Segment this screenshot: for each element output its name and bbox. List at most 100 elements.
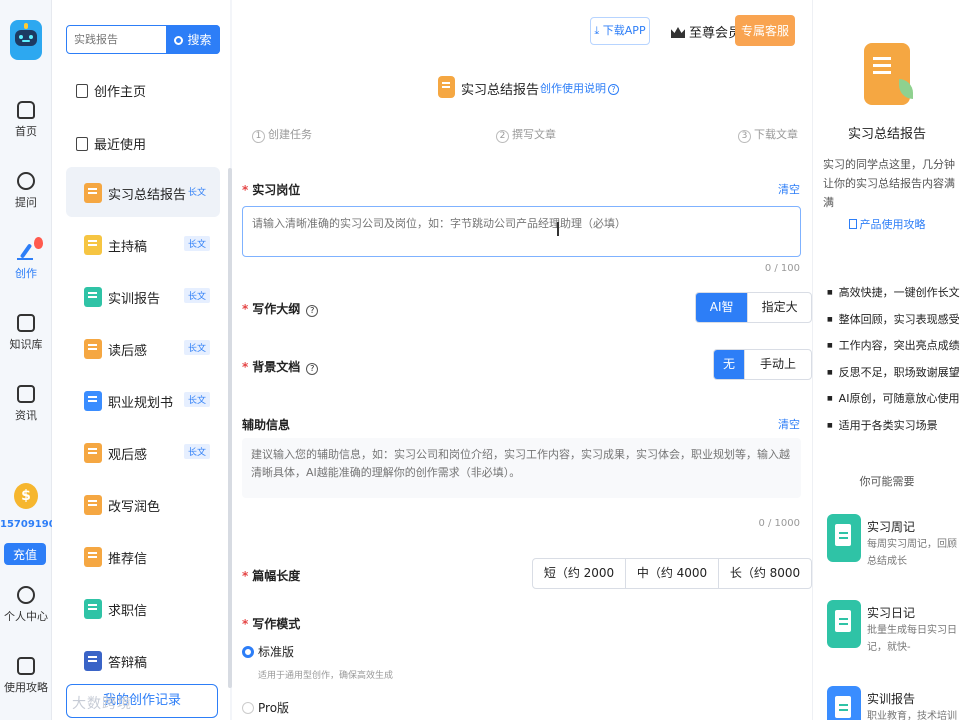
long-text-badge: 长文 <box>183 288 210 303</box>
nav-item-book-review[interactable]: 读后感 长文 <box>66 323 220 373</box>
letter-icon <box>84 547 102 567</box>
length-medium-option[interactable]: 中（约 4000字） <box>625 559 718 588</box>
aux-clear-link[interactable]: 清空 <box>778 416 800 432</box>
app-logo-icon[interactable] <box>10 20 42 60</box>
outline-ai-option[interactable]: AI智能 <box>696 293 748 322</box>
daily-journal-icon <box>827 600 861 648</box>
outline-custom-option[interactable]: 指定大纲 <box>747 293 811 322</box>
search-icon <box>174 36 184 45</box>
feature-item: 工作内容，突出亮点成绩 <box>827 337 960 364</box>
nav-item-viewing-review[interactable]: 观后感 长文 <box>66 427 220 477</box>
icon-rail: 首页 提问 创作 知识库 资讯 $ 15709190 充值 个人中心 使用攻略 <box>0 0 56 720</box>
chat-icon <box>17 172 35 190</box>
document-icon <box>17 385 35 403</box>
help-icon[interactable]: ? <box>306 363 319 375</box>
crown-icon <box>671 27 685 38</box>
product-description: 实习的同学点这里，几分钟让你的实习总结报告内容满满 <box>823 158 955 209</box>
long-text-badge: 长文 <box>183 392 210 407</box>
rail-item-create[interactable]: 创作 <box>0 237 52 281</box>
background-doc-label: * 背景文档? <box>242 358 319 375</box>
report-writing-icon <box>864 43 913 105</box>
nav-item-rewrite-polish[interactable]: 改写润色 <box>66 479 220 529</box>
rail-item-guide[interactable]: 使用攻略 <box>0 657 52 695</box>
feature-item: AI原创，可随意放心使用 <box>827 390 960 417</box>
nav-item-defense-script[interactable]: 答辩稿 <box>66 635 220 685</box>
post-clear-link[interactable]: 清空 <box>778 181 800 197</box>
download-app-button[interactable]: ⤓ 下载APP <box>590 17 650 45</box>
search-box: 搜索 <box>66 25 220 54</box>
nav-create-home[interactable]: 创作主页 <box>76 81 146 100</box>
outline-toggle: AI智能 指定大纲 <box>695 292 812 323</box>
product-title: 实习总结报告 <box>847 127 926 142</box>
background-doc-none-option[interactable]: 无 <box>714 350 745 379</box>
search-button[interactable]: 搜索 <box>166 25 220 54</box>
aux-info-input[interactable] <box>242 438 801 498</box>
mode-label: * 写作模式 <box>242 617 301 631</box>
usage-guide-link[interactable]: 创作使用说明? <box>540 80 619 96</box>
length-long-option[interactable]: 长（约 8000字） <box>718 559 811 588</box>
aux-info-label: 辅助信息 <box>242 418 291 432</box>
rail-item-profile[interactable]: 个人中心 <box>0 586 52 624</box>
book-icon <box>84 339 102 359</box>
edit-icon <box>76 84 88 98</box>
main-form-panel: ⤓ 下载APP 至尊会员 专属客服 实习总结报告 创作使用说明? 1 创建任务 2… <box>232 0 812 720</box>
search-input[interactable] <box>67 26 169 53</box>
nav-item-host-script[interactable]: 主持稿 长文 <box>66 219 220 269</box>
movie-review-icon <box>84 443 102 463</box>
rail-item-knowledge-base[interactable]: 知识库 <box>0 314 52 352</box>
text-cursor <box>557 222 559 236</box>
rail-item-ask[interactable]: 提问 <box>0 172 52 210</box>
coin-balance: 15709190 <box>0 519 56 530</box>
rail-item-home[interactable]: 首页 <box>0 101 52 139</box>
recommend-item-training-report[interactable]: 实训报告 职业教育，技术培训 <box>827 686 957 720</box>
recharge-button[interactable]: 充值 <box>4 543 46 565</box>
microphone-icon <box>84 235 102 255</box>
background-doc-toggle: 无 手动上传 <box>713 349 812 380</box>
document-icon <box>848 219 857 229</box>
report-icon <box>84 183 102 203</box>
long-text-badge: 长文 <box>183 444 210 459</box>
step-download-article: 3 下载文章 <box>738 126 798 143</box>
training-report-icon <box>84 287 102 307</box>
user-icon <box>17 586 35 604</box>
training-report-icon <box>827 686 861 720</box>
recommend-item-daily-journal[interactable]: 实习日记 批量生成每日实习日记，就快- <box>827 600 957 670</box>
radio-unselected-icon <box>242 702 254 714</box>
recent-list-icon <box>76 137 88 151</box>
pen-icon <box>17 243 35 261</box>
coin-icon: $ <box>14 483 38 509</box>
feature-item: 反思不足，职场致谢展望 <box>827 364 960 391</box>
report-icon <box>438 76 455 98</box>
nav-item-job-application-letter[interactable]: 求职信 <box>66 583 220 633</box>
guide-book-icon <box>17 657 35 675</box>
length-options: 短（约 2000字） 中（约 4000字） 长（约 8000字） <box>532 558 812 589</box>
internship-post-input[interactable] <box>242 206 801 257</box>
nav-item-internship-summary[interactable]: 实习总结报告 长文 <box>66 167 220 217</box>
product-guide-link[interactable]: 产品使用攻略 <box>813 216 960 232</box>
defense-script-icon <box>84 651 102 671</box>
length-short-option[interactable]: 短（约 2000字） <box>533 559 625 588</box>
long-text-badge: 长文 <box>187 188 206 198</box>
page-title-row: 实习总结报告 创作使用说明? <box>232 75 812 101</box>
rail-item-news[interactable]: 资讯 <box>0 385 52 423</box>
mode-pro-radio[interactable]: Pro版 <box>242 699 289 716</box>
feature-list: 高效快捷，一键创作长文 整体回顾，实习表现感受 工作内容，突出亮点成绩 反思不足… <box>827 284 960 443</box>
vip-status[interactable]: 至尊会员 <box>671 22 741 41</box>
knowledge-base-icon <box>17 314 35 332</box>
mode-standard-radio[interactable]: 标准版 <box>242 643 294 660</box>
nav-item-training-report[interactable]: 实训报告 长文 <box>66 271 220 321</box>
weekly-journal-icon <box>827 514 861 562</box>
background-doc-upload-option[interactable]: 手动上传 <box>744 350 811 379</box>
watermark: 大数跨境 <box>72 696 132 712</box>
nav-item-career-plan[interactable]: 职业规划书 长文 <box>66 375 220 425</box>
feature-item: 适用于各类实习场景 <box>827 417 960 444</box>
nav-item-recommendation-letter[interactable]: 推荐信 <box>66 531 220 581</box>
writing-nav: 搜索 创作主页 最近使用 实习总结报告 长文 主持稿 长文 实训报告 长文 读后… <box>52 0 230 720</box>
help-icon[interactable]: ? <box>306 305 319 317</box>
step-write-article: 2 撰写文章 <box>496 126 556 143</box>
step-create-task: 1 创建任务 <box>252 126 312 143</box>
customer-service-button[interactable]: 专属客服 <box>735 15 795 46</box>
feature-item: 高效快捷，一键创作长文 <box>827 284 960 311</box>
recommend-item-weekly-journal[interactable]: 实习周记 每周实习周记，回顾总结成长 <box>827 514 957 584</box>
nav-recent-heading: 最近使用 <box>76 134 146 153</box>
